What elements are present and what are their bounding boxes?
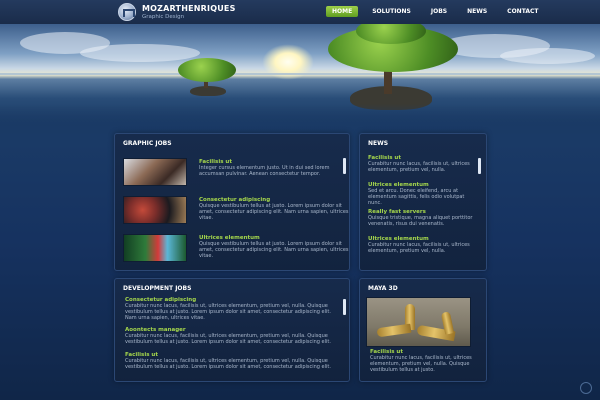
item-text: Integer cursus elementum justo. Ut in du… (199, 165, 330, 178)
list-item[interactable]: Aoontects manager Curabitur nunc lacus, … (125, 327, 340, 345)
news-panel: NEWS Facilisis ut Curabitur nunc lacus, … (359, 133, 487, 271)
item-text: Quisque vestibulum tellus at justo. Lore… (199, 203, 349, 222)
list-item[interactable]: Facilisis ut Curabitur nunc lacus, facil… (370, 349, 482, 374)
list-item[interactable]: Ultrices elementum Quisque vestibulum te… (123, 234, 349, 264)
development-jobs-title: DEVELOPMENT JOBS (123, 285, 192, 292)
list-item[interactable]: Ultrices elementum Curabitur nunc lacus,… (368, 236, 478, 254)
item-text: Curabitur nunc lacus, facilisis ut, ultr… (125, 333, 331, 346)
news-scrollbar[interactable] (478, 158, 481, 174)
nav-news[interactable]: NEWS (461, 6, 493, 17)
graphic-jobs-title: GRAPHIC JOBS (123, 140, 172, 147)
item-text: Quisque tristique, magna aliquet porttit… (368, 215, 473, 228)
list-item[interactable]: Facilisis ut Integer cursus elementum ju… (123, 158, 345, 188)
nav-jobs[interactable]: JOBS (425, 6, 453, 17)
list-item[interactable]: Ultrices elementum Sed et arcu. Donec el… (368, 182, 478, 207)
main-nav: HOME SOLUTIONS JOBS NEWS CONTACT (326, 6, 552, 17)
nav-contact[interactable]: CONTACT (501, 6, 544, 17)
maya-3d-panel: MAYA 3D Facilisis ut Curabitur nunc lacu… (359, 278, 487, 382)
brand-name[interactable]: MOZARTHENRIQUES (142, 4, 236, 13)
item-text: Quisque vestibulum tellus at justo. Lore… (199, 241, 349, 260)
item-text: Curabitur nunc lacus, facilisis ut, ultr… (370, 355, 472, 374)
news-title: NEWS (368, 140, 389, 147)
footer-logo-icon (580, 382, 592, 394)
job-thumbnail[interactable] (123, 234, 187, 262)
item-text: Curabitur nunc lacus, facilisis ut, ultr… (368, 161, 470, 174)
list-item[interactable]: Facilisis ut Curabitur nunc lacus, facil… (368, 155, 478, 173)
item-text: Curabitur nunc lacus, facilisis ut, ultr… (125, 358, 331, 371)
item-text: Curabitur nunc lacus, facilisis ut, ultr… (125, 303, 331, 322)
maya-3d-title: MAYA 3D (368, 285, 398, 292)
list-item[interactable]: Really fast servers Quisque tristique, m… (368, 209, 478, 227)
job-thumbnail[interactable] (123, 158, 187, 186)
top-bar: MOZARTHENRIQUES Graphic Design HOME SOLU… (0, 0, 600, 24)
nav-solutions[interactable]: SOLUTIONS (366, 6, 417, 17)
development-jobs-panel: DEVELOPMENT JOBS Consectetur adipiscing … (114, 278, 350, 382)
development-jobs-scrollbar[interactable] (343, 299, 346, 315)
hero-banner (0, 24, 600, 130)
graphic-jobs-panel: GRAPHIC JOBS Facilisis ut Integer cursus… (114, 133, 350, 271)
item-text: Curabitur nunc lacus, facilisis ut, ultr… (368, 242, 470, 255)
list-item[interactable]: Consectetur adipiscing Curabitur nunc la… (125, 297, 340, 322)
logo-icon[interactable] (118, 3, 136, 21)
list-item[interactable]: Facilisis ut Curabitur nunc lacus, facil… (125, 352, 340, 370)
brand-tagline: Graphic Design (142, 14, 185, 20)
item-text: Sed et arcu. Donec eleifend, arcu at ele… (368, 188, 465, 207)
list-item[interactable]: Consectetur adipiscing Quisque vestibulu… (123, 196, 349, 226)
maya-3d-image[interactable] (366, 297, 471, 347)
job-thumbnail[interactable] (123, 196, 187, 224)
nav-home[interactable]: HOME (326, 6, 359, 17)
